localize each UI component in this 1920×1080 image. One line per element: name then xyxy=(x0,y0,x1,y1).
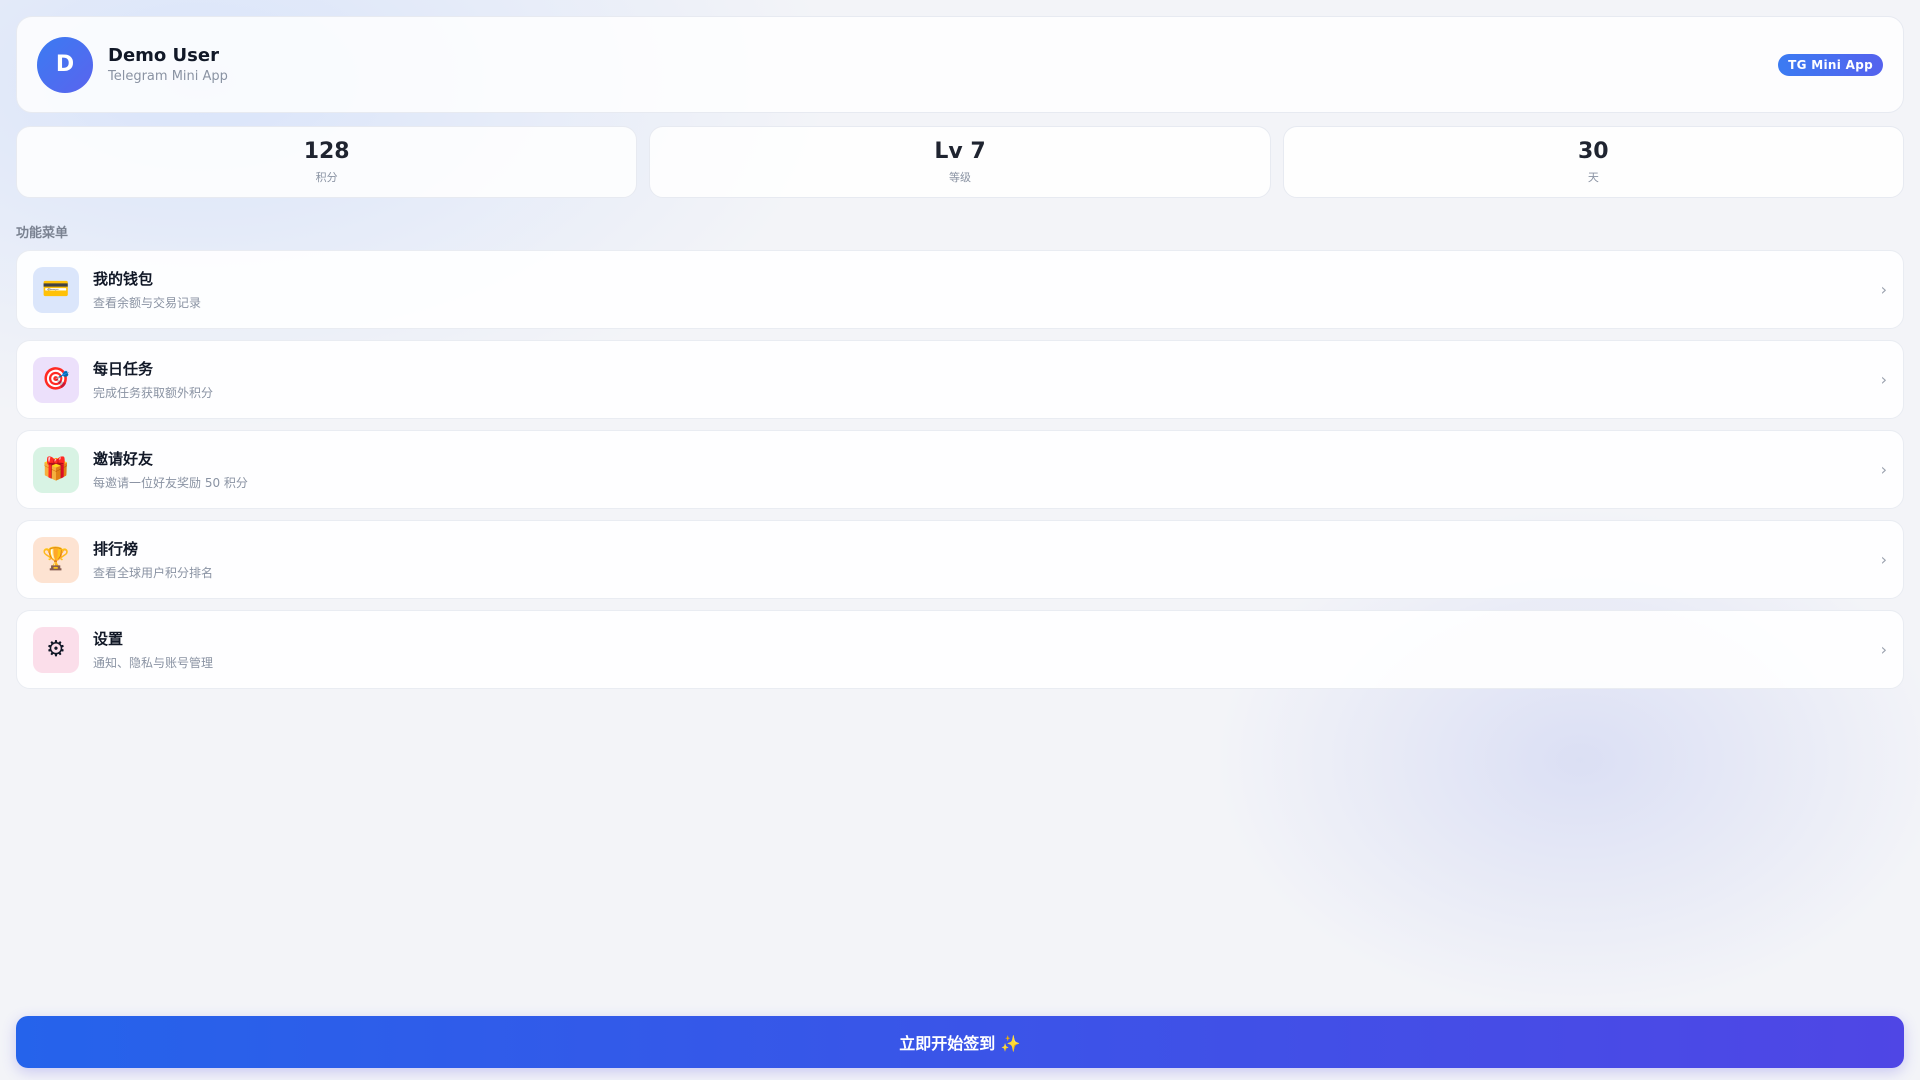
section-title: 功能菜单 xyxy=(16,226,69,241)
menu-item-text: 排行榜 查看全球用户积分排名 xyxy=(93,538,1881,581)
stat-label: 积分 xyxy=(315,171,338,184)
menu-item-settings[interactable]: ⚙ 设置 通知、隐私与账号管理 › xyxy=(16,610,1904,689)
gear-icon: ⚙ xyxy=(33,626,79,673)
menu-item-text: 邀请好友 每邀请一位好友奖励 50 积分 xyxy=(93,448,1881,491)
stat-value: Lv 7 xyxy=(934,139,986,164)
profile-card: D Demo User Telegram Mini App TG Mini Ap… xyxy=(16,16,1904,113)
stat-level: Lv 7 等级 xyxy=(649,126,1271,198)
menu-item-subtitle: 每邀请一位好友奖励 50 积分 xyxy=(93,476,248,490)
menu-item-subtitle: 查看余额与交易记录 xyxy=(93,296,202,310)
menu-item-subtitle: 通知、隐私与账号管理 xyxy=(93,656,214,670)
menu-item-text: 设置 通知、隐私与账号管理 xyxy=(93,628,1881,671)
stats-row: 128 积分 Lv 7 等级 30 天 xyxy=(16,126,1904,198)
user-name: Demo User xyxy=(108,45,219,66)
menu-item-wallet[interactable]: 💳 我的钱包 查看余额与交易记录 › xyxy=(16,250,1904,329)
avatar: D xyxy=(37,36,93,93)
menu-item-text: 每日任务 完成任务获取额外积分 xyxy=(93,358,1881,401)
menu-item-subtitle: 完成任务获取额外积分 xyxy=(93,386,214,400)
stat-value: 30 xyxy=(1578,139,1609,164)
menu-item-invite-friends[interactable]: 🎁 邀请好友 每邀请一位好友奖励 50 积分 › xyxy=(16,430,1904,509)
stat-label: 等级 xyxy=(948,171,971,184)
menu-item-title: 我的钱包 xyxy=(93,270,154,288)
app-badge: TG Mini App xyxy=(1778,53,1883,76)
menu-item-title: 排行榜 xyxy=(93,540,139,558)
chevron-right-icon: › xyxy=(1880,460,1887,479)
gift-icon: 🎁 xyxy=(33,446,79,493)
chevron-right-icon: › xyxy=(1880,550,1887,569)
credit-card-icon: 💳 xyxy=(33,266,79,313)
stat-days: 30 天 xyxy=(1282,126,1904,198)
menu-item-title: 设置 xyxy=(93,630,124,648)
stat-points: 128 积分 xyxy=(16,126,638,198)
stat-label: 天 xyxy=(1587,171,1599,184)
menu-item-title: 邀请好友 xyxy=(93,450,154,468)
check-in-button[interactable]: 立即开始签到 ✨ xyxy=(16,1016,1904,1068)
profile-info: Demo User Telegram Mini App xyxy=(108,45,1778,84)
menu-item-text: 我的钱包 查看余额与交易记录 xyxy=(93,268,1881,311)
stat-value: 128 xyxy=(303,139,350,164)
app-container: D Demo User Telegram Mini App TG Mini Ap… xyxy=(16,16,1904,689)
menu-item-leaderboard[interactable]: 🏆 排行榜 查看全球用户积分排名 › xyxy=(16,520,1904,599)
menu-item-subtitle: 查看全球用户积分排名 xyxy=(93,566,214,580)
menu-list: 💳 我的钱包 查看余额与交易记录 › 🎯 每日任务 完成任务获取额外积分 › 🎁… xyxy=(16,250,1904,689)
chevron-right-icon: › xyxy=(1880,640,1887,659)
target-icon: 🎯 xyxy=(33,356,79,403)
menu-item-daily-tasks[interactable]: 🎯 每日任务 完成任务获取额外积分 › xyxy=(16,340,1904,419)
trophy-icon: 🏆 xyxy=(33,536,79,583)
menu-item-title: 每日任务 xyxy=(93,360,154,378)
chevron-right-icon: › xyxy=(1880,370,1887,389)
chevron-right-icon: › xyxy=(1880,280,1887,299)
user-subtitle: Telegram Mini App xyxy=(108,69,228,84)
